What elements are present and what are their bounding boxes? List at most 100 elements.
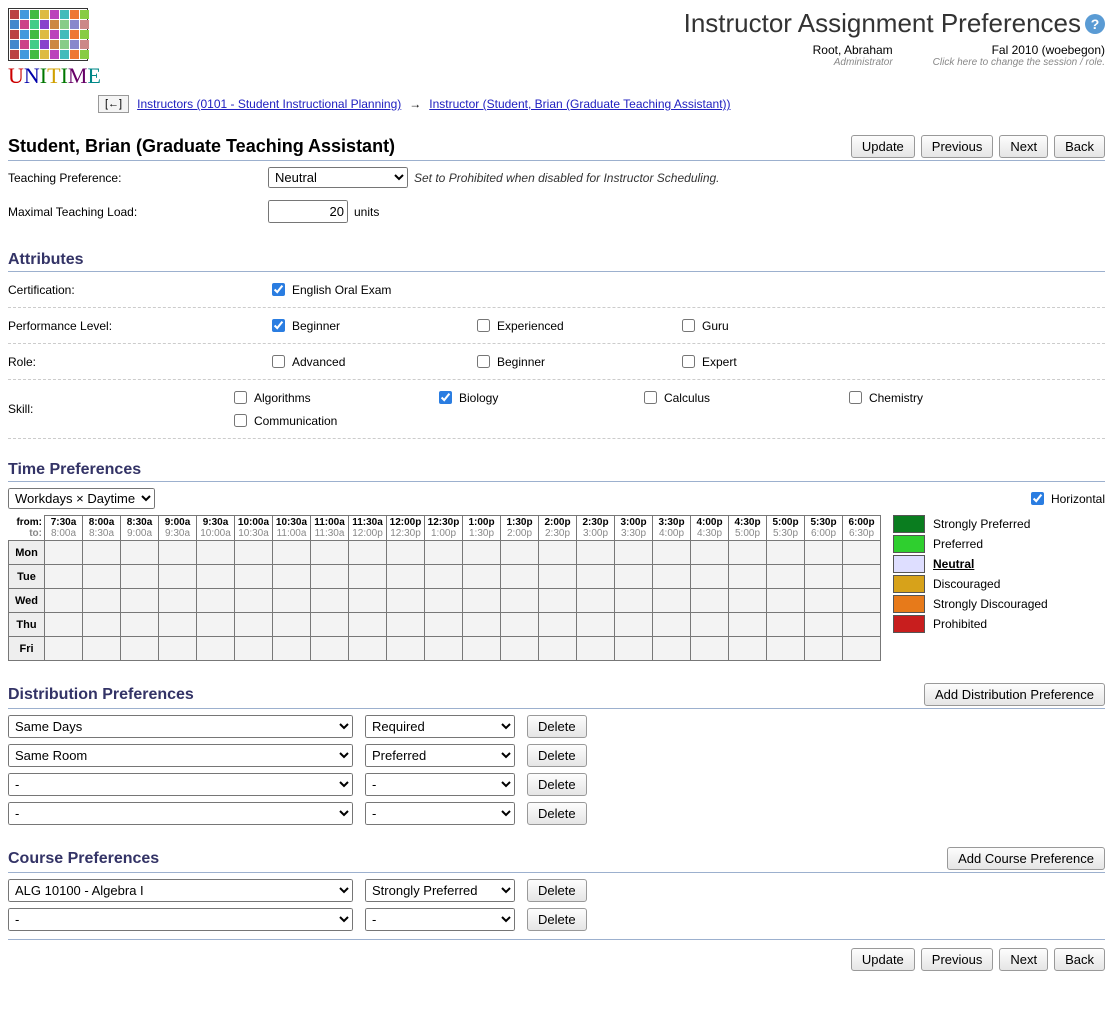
time-slot[interactable] [425,541,463,565]
time-slot[interactable] [45,637,83,661]
time-slot[interactable] [463,589,501,613]
time-slot[interactable] [577,565,615,589]
delete-button[interactable]: Delete [527,908,587,931]
time-slot[interactable] [843,565,881,589]
time-slot[interactable] [805,637,843,661]
time-slot[interactable] [501,541,539,565]
time-slot[interactable] [539,613,577,637]
time-slot[interactable] [159,637,197,661]
attr-checkbox[interactable] [849,391,862,404]
attr-check-item[interactable]: Chemistry [845,386,1050,409]
time-slot[interactable] [577,541,615,565]
attr-check-item[interactable]: Biology [435,386,640,409]
time-slot[interactable] [615,565,653,589]
legend-item[interactable]: Neutral [893,555,1048,573]
timepref-grid[interactable]: from:to:7:30a8:00a8:00a8:30a8:30a9:00a9:… [8,515,881,661]
time-slot[interactable] [463,541,501,565]
time-slot[interactable] [805,589,843,613]
delete-button[interactable]: Delete [527,744,587,767]
time-slot[interactable] [197,541,235,565]
attr-checkbox[interactable] [682,319,695,332]
attr-check-item[interactable]: Beginner [268,314,473,337]
attr-check-item[interactable]: Communication [230,409,435,432]
time-slot[interactable] [501,589,539,613]
time-slot[interactable] [691,589,729,613]
time-slot[interactable] [121,637,159,661]
delete-button[interactable]: Delete [527,802,587,825]
time-slot[interactable] [729,589,767,613]
time-slot[interactable] [729,541,767,565]
attr-check-item[interactable]: Algorithms [230,386,435,409]
time-slot[interactable] [653,541,691,565]
dist-type-select[interactable]: Same Room [8,744,353,767]
time-slot[interactable] [843,589,881,613]
time-slot[interactable] [691,637,729,661]
time-slot[interactable] [121,589,159,613]
time-slot[interactable] [235,613,273,637]
time-slot[interactable] [121,565,159,589]
time-slot[interactable] [615,541,653,565]
time-slot[interactable] [159,565,197,589]
max-load-input[interactable] [268,200,348,223]
time-slot[interactable] [45,565,83,589]
update-button[interactable]: Update [851,135,915,158]
time-slot[interactable] [729,565,767,589]
time-slot[interactable] [159,589,197,613]
time-slot[interactable] [539,565,577,589]
time-slot[interactable] [691,541,729,565]
time-slot[interactable] [767,637,805,661]
teaching-pref-select[interactable]: Neutral [268,167,408,188]
attr-checkbox[interactable] [439,391,452,404]
attr-check-item[interactable]: Guru [678,314,883,337]
time-slot[interactable] [767,589,805,613]
time-slot[interactable] [653,565,691,589]
dist-pref-select[interactable]: - [365,802,515,825]
time-slot[interactable] [501,613,539,637]
breadcrumb-link-instructor[interactable]: Instructor (Student, Brian (Graduate Tea… [429,97,730,111]
time-slot[interactable] [615,637,653,661]
time-slot[interactable] [349,589,387,613]
time-slot[interactable] [235,589,273,613]
breadcrumb-back-button[interactable]: [←] [98,95,129,113]
time-slot[interactable] [843,541,881,565]
user-block[interactable]: Root, Abraham Administrator [813,43,893,68]
attr-checkbox[interactable] [477,319,490,332]
time-slot[interactable] [463,565,501,589]
time-slot[interactable] [425,565,463,589]
course-select[interactable]: ALG 10100 - Algebra I [8,879,353,902]
time-slot[interactable] [197,637,235,661]
time-slot[interactable] [45,613,83,637]
attr-checkbox[interactable] [234,391,247,404]
time-slot[interactable] [387,541,425,565]
delete-button[interactable]: Delete [527,879,587,902]
time-slot[interactable] [843,613,881,637]
legend-item[interactable]: Strongly Discouraged [893,595,1048,613]
time-slot[interactable] [83,613,121,637]
legend-item[interactable]: Preferred [893,535,1048,553]
next-button[interactable]: Next [999,135,1048,158]
horizontal-toggle[interactable]: Horizontal [1027,489,1105,508]
session-block[interactable]: Fal 2010 (woebegon) Click here to change… [933,43,1105,68]
time-slot[interactable] [83,541,121,565]
time-slot[interactable] [767,565,805,589]
time-slot[interactable] [273,541,311,565]
legend-item[interactable]: Strongly Preferred [893,515,1048,533]
time-slot[interactable] [349,541,387,565]
time-slot[interactable] [235,637,273,661]
time-slot[interactable] [539,589,577,613]
time-slot[interactable] [653,637,691,661]
add-dist-button[interactable]: Add Distribution Preference [924,683,1105,706]
time-slot[interactable] [311,637,349,661]
legend-item[interactable]: Discouraged [893,575,1048,593]
time-slot[interactable] [311,565,349,589]
course-pref-select[interactable]: Strongly Preferred [365,879,515,902]
time-slot[interactable] [577,589,615,613]
time-slot[interactable] [653,589,691,613]
time-slot[interactable] [729,613,767,637]
time-slot[interactable] [349,613,387,637]
attr-check-item[interactable]: Expert [678,350,883,373]
attr-checkbox[interactable] [644,391,657,404]
horizontal-checkbox[interactable] [1031,492,1044,505]
dist-type-select[interactable]: - [8,802,353,825]
time-slot[interactable] [501,637,539,661]
